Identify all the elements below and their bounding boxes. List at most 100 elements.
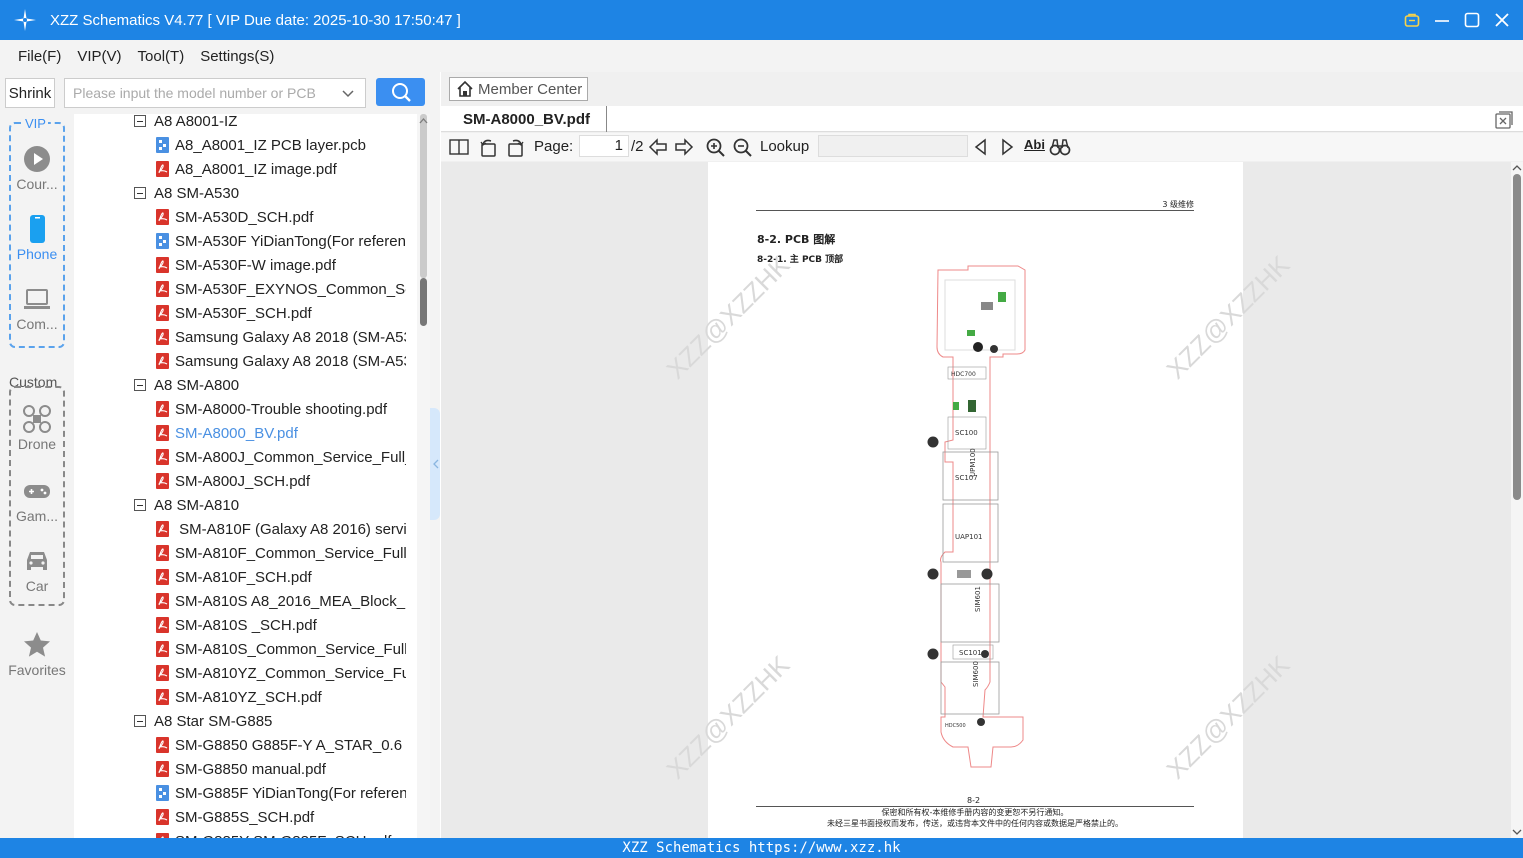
tree-file[interactable]: SM-A810F_SCH.pdf bbox=[156, 565, 406, 589]
tree-folder[interactable]: A8 SM-A810 bbox=[134, 493, 239, 517]
collapse-toggle-icon[interactable] bbox=[134, 187, 146, 199]
tree-file[interactable]: SM-G885Y SM-G885F_SCH.pdf bbox=[156, 829, 406, 838]
collapse-toggle-icon[interactable] bbox=[134, 715, 146, 727]
zoom-in-icon[interactable] bbox=[706, 138, 726, 158]
tree-file[interactable]: A8_A8001_IZ PCB layer.pcb bbox=[156, 133, 406, 157]
tree-scrollbar[interactable] bbox=[417, 114, 430, 838]
tree-file[interactable]: SM-G8850 G885F-Y A_STAR_0.6 im bbox=[156, 733, 406, 757]
tree-folder[interactable]: A8 Star SM-G885 bbox=[134, 709, 272, 733]
tree-file[interactable]: SM-A530F_EXYNOS_Common_Serv bbox=[156, 277, 406, 301]
tree-file[interactable]: Samsung Galaxy A8 2018 (SM-A53 bbox=[156, 349, 406, 373]
scroll-up-icon[interactable] bbox=[1511, 163, 1523, 173]
collapse-toggle-icon[interactable] bbox=[134, 379, 146, 391]
tree-file[interactable]: SM-A810S _SCH.pdf bbox=[156, 613, 406, 637]
collapse-toggle-icon[interactable] bbox=[134, 115, 146, 127]
doc-tab[interactable]: SM-A8000_BV.pdf bbox=[449, 106, 607, 132]
next-page-icon[interactable] bbox=[674, 138, 694, 156]
left-pane: Shrink Please input the model number or … bbox=[0, 72, 440, 838]
lock-icon[interactable] bbox=[1403, 8, 1421, 32]
chip-label: SIM601 bbox=[974, 586, 982, 612]
maximize-button[interactable] bbox=[1463, 8, 1481, 32]
tree-item-label: SM-A800J_Common_Service_Full_S bbox=[175, 448, 406, 466]
tree-file[interactable]: SM-A810F_Common_Service_Full_S bbox=[156, 541, 406, 565]
lookup-input[interactable] bbox=[818, 135, 968, 157]
pdf-file-icon bbox=[156, 305, 169, 321]
sidebar-item-drone[interactable]: Drone bbox=[0, 404, 74, 452]
tree-folder[interactable]: A8 SM-A800 bbox=[134, 373, 239, 397]
chevron-left-icon[interactable] bbox=[431, 458, 441, 470]
menu-vip[interactable]: VIP(V) bbox=[77, 48, 121, 65]
pdf-file-icon bbox=[156, 521, 169, 537]
doc-tab-row: SM-A8000_BV.pdf bbox=[441, 106, 1523, 132]
rotate-right-icon[interactable] bbox=[505, 138, 525, 158]
pdf-file-icon bbox=[156, 545, 169, 561]
laptop-icon bbox=[24, 289, 50, 309]
tree-item-label: SM-A530F YiDianTong(For referen bbox=[175, 232, 406, 250]
tree-file[interactable]: SM-A800J_Common_Service_Full_S bbox=[156, 445, 406, 469]
viewer-pane: Member Center SM-A8000_BV.pdf Page: 1 /2… bbox=[441, 72, 1523, 838]
tree-file[interactable]: SM-A530F YiDianTong(For referen bbox=[156, 229, 406, 253]
tree-file[interactable]: SM-A810YZ_SCH.pdf bbox=[156, 685, 406, 709]
match-case-button[interactable]: Abi bbox=[1024, 137, 1045, 152]
menu-settings[interactable]: Settings(S) bbox=[200, 48, 274, 65]
sidebar-item-favorites[interactable]: Favorites bbox=[0, 630, 74, 678]
tree-item-label: SM-G885S_SCH.pdf bbox=[175, 808, 315, 826]
tree-file[interactable]: SM-A530D_SCH.pdf bbox=[156, 205, 406, 229]
close-tabs-icon[interactable] bbox=[1495, 111, 1513, 129]
member-center-button[interactable]: Member Center bbox=[449, 77, 588, 101]
search-button[interactable] bbox=[376, 78, 425, 106]
sidebar-item-courses[interactable]: Cour... bbox=[0, 144, 74, 192]
binoculars-icon[interactable] bbox=[1049, 138, 1071, 156]
two-page-icon[interactable] bbox=[449, 138, 469, 156]
menu-file[interactable]: File(F) bbox=[18, 48, 61, 65]
tree-file[interactable]: SM-A530F_SCH.pdf bbox=[156, 301, 406, 325]
tree-item-label: SM-A530F-W image.pdf bbox=[175, 256, 336, 274]
sidebar-item-games[interactable]: Gam... bbox=[0, 476, 74, 524]
scroll-down-icon[interactable] bbox=[1511, 827, 1523, 837]
zoom-out-icon[interactable] bbox=[733, 138, 753, 158]
sidebar-item-computer[interactable]: Com... bbox=[0, 284, 74, 332]
header-rule bbox=[756, 210, 1194, 211]
chevron-down-icon[interactable] bbox=[341, 86, 355, 100]
tree-file[interactable]: SM-G8850 manual.pdf bbox=[156, 757, 406, 781]
watermark: XZZ@XZZHK bbox=[1160, 649, 1296, 785]
shrink-button[interactable]: Shrink bbox=[5, 78, 55, 108]
tree-file[interactable]: SM-A810S_Common_Service_Full_S bbox=[156, 637, 406, 661]
pdf-file-icon bbox=[156, 473, 169, 489]
tree-file[interactable]: SM-A8000-Trouble shooting.pdf bbox=[156, 397, 406, 421]
pdf-scroll-thumb[interactable] bbox=[1513, 174, 1521, 500]
tree-file[interactable]: SM-A8000_BV.pdf bbox=[156, 421, 406, 445]
tree-file[interactable]: SM-A800J_SCH.pdf bbox=[156, 469, 406, 493]
pdf-viewport[interactable]: 3 级维修 8-2. PCB 图解 8-2-1. 主 PCB 顶部 XZZ@XZ… bbox=[441, 162, 1511, 838]
menu-tool[interactable]: Tool(T) bbox=[138, 48, 185, 65]
pcb-file-icon bbox=[156, 785, 169, 801]
tree-scroll-track bbox=[420, 114, 427, 278]
search-input[interactable]: Please input the model number or PCB bbox=[64, 78, 366, 108]
page-number-input[interactable]: 1 bbox=[579, 135, 629, 157]
close-button[interactable] bbox=[1493, 8, 1511, 32]
rotate-left-icon[interactable] bbox=[479, 138, 499, 158]
tree-file[interactable]: SM-A810S A8_2016_MEA_Block_Di bbox=[156, 589, 406, 613]
tree-file[interactable]: A8_A8001_IZ image.pdf bbox=[156, 157, 406, 181]
pdf-scrollbar[interactable] bbox=[1511, 162, 1523, 838]
find-next-icon[interactable] bbox=[999, 138, 1015, 156]
tree-item-label: SM-G8850 manual.pdf bbox=[175, 760, 326, 778]
tree-folder[interactable]: A8 A8001-IZ bbox=[134, 114, 237, 133]
minimize-button[interactable] bbox=[1433, 8, 1451, 32]
tree-file[interactable]: SM-A530F-W image.pdf bbox=[156, 253, 406, 277]
tree-file[interactable]: SM-A810YZ_Common_Service_Full_ bbox=[156, 661, 406, 685]
tree-folder[interactable]: A8 SM-A530 bbox=[134, 181, 239, 205]
collapse-toggle-icon[interactable] bbox=[134, 499, 146, 511]
prev-page-icon[interactable] bbox=[648, 138, 668, 156]
find-prev-icon[interactable] bbox=[973, 138, 989, 156]
tree-file[interactable]: SM-G885F YiDianTong(For referen bbox=[156, 781, 406, 805]
tree-file[interactable]: Samsung Galaxy A8 2018 (SM-A53 bbox=[156, 325, 406, 349]
pcb-file-icon bbox=[156, 233, 169, 249]
tree-item-label: A8 SM-A800 bbox=[154, 376, 240, 394]
tree-scroll-thumb[interactable] bbox=[420, 278, 427, 326]
pane-splitter[interactable] bbox=[430, 408, 440, 520]
tree-file[interactable]: SM-A810F (Galaxy A8 2016) servic bbox=[156, 517, 406, 541]
sidebar-item-car[interactable]: Car bbox=[0, 546, 74, 594]
tree-file[interactable]: SM-G885S_SCH.pdf bbox=[156, 805, 406, 829]
sidebar-item-phone[interactable]: Phone bbox=[0, 214, 74, 262]
